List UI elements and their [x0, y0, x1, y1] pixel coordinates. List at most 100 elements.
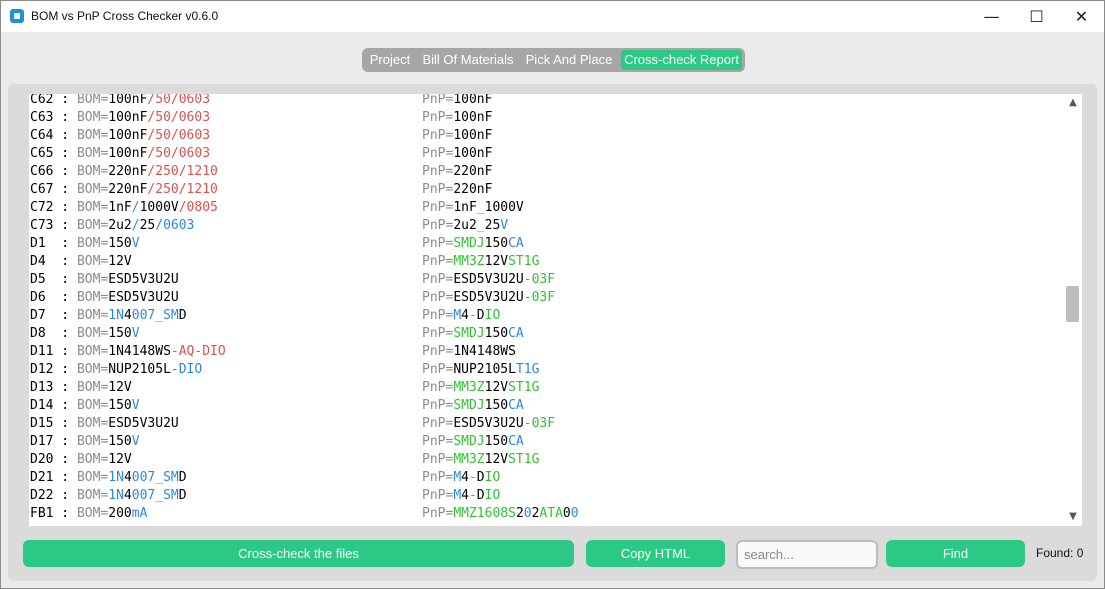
tab-cross-check-report[interactable]: Cross-check Report — [621, 50, 742, 70]
bom-entry: D6 : BOM=ESD5V3U2U — [30, 289, 179, 307]
scrollbar-thumb[interactable] — [1066, 286, 1079, 322]
bom-segment: V — [131, 434, 140, 449]
bom-segment: 007_SM — [131, 470, 179, 485]
designator: D14 : — [30, 398, 77, 413]
designator: FB1 : — [30, 506, 77, 521]
pnp-entry: PnP=MMZ1608S202ATA00 — [422, 505, 579, 523]
pnp-segment: 4 — [461, 308, 469, 323]
designator: D7 : — [30, 308, 77, 323]
pnp-segment: D — [476, 488, 485, 503]
tab-bill-of-materials[interactable]: Bill Of Materials — [418, 50, 518, 70]
pnp-segment: M — [453, 470, 462, 485]
copy-html-button[interactable]: Copy HTML — [586, 540, 725, 567]
tab-project[interactable]: Project — [365, 50, 415, 70]
pnp-segment: 2u2 — [453, 218, 477, 233]
pnp-segment: PnP= — [422, 380, 454, 395]
pnp-segment: PnP= — [422, 200, 454, 215]
tab-pick-and-place[interactable]: Pick And Place — [522, 50, 616, 70]
bom-segment: 150 — [108, 398, 132, 413]
designator: C67 : — [30, 182, 77, 197]
pnp-segment: 100nF — [453, 128, 493, 143]
pnp-entry: PnP=SMDJ150CA — [422, 325, 524, 343]
pnp-segment: 100nF — [453, 93, 493, 107]
bom-entry: D22 : BOM=1N4007_SMD — [30, 487, 187, 505]
bom-segment: BOM= — [76, 326, 109, 341]
search-field[interactable] — [736, 540, 878, 569]
bom-segment: 2u2 — [108, 218, 132, 233]
designator: D5 : — [30, 272, 77, 287]
pnp-entry: PnP=ESD5V3U2U-03F — [422, 289, 555, 307]
pnp-segment: 0 — [562, 506, 571, 521]
pnp-entry: PnP=100nF — [422, 145, 492, 163]
pnp-entry: PnP=M4-DIO — [422, 307, 500, 325]
scroll-up-icon[interactable]: ▲ — [1066, 96, 1080, 110]
pnp-segment: PnP= — [422, 164, 454, 179]
report-panel: C62 : BOM=100nF/50/0603 PnP=100nF C63 : BO… — [8, 84, 1097, 581]
bom-segment: 007_SM — [131, 488, 179, 503]
cross-check-button[interactable]: Cross-check the files — [23, 540, 574, 567]
bom-entry: C66 : BOM=220nF/250/1210 — [30, 163, 218, 181]
pnp-segment: CA — [508, 434, 524, 449]
pnp-segment: 0 — [523, 506, 532, 521]
bom-segment: BOM= — [76, 470, 109, 485]
bom-segment: BOM= — [76, 218, 109, 233]
maximize-button[interactable]: ☐ — [1014, 1, 1059, 32]
bom-segment: -DIO — [170, 362, 203, 377]
bom-entry: C72 : BOM=1nF/1000V/0805 — [30, 199, 218, 217]
search-input[interactable] — [744, 542, 870, 567]
bom-segment: BOM= — [76, 488, 109, 503]
bom-segment: BOM= — [76, 506, 109, 521]
designator: C73 : — [30, 218, 77, 233]
pnp-entry: PnP=220nF — [422, 181, 492, 199]
pnp-segment: PnP= — [422, 254, 454, 269]
pnp-segment: ST1G — [508, 452, 540, 467]
bom-segment: /0805 — [178, 200, 218, 215]
scroll-down-icon[interactable]: ▼ — [1066, 510, 1080, 524]
designator: D20 : — [30, 452, 77, 467]
bom-segment: 25 — [139, 218, 156, 233]
designator: D4 : — [30, 254, 77, 269]
pnp-segment: 1nF — [453, 200, 477, 215]
pnp-segment: V — [500, 218, 509, 233]
bom-entry: D21 : BOM=1N4007_SMD — [30, 469, 187, 487]
pnp-entry: PnP=SMDJ150CA — [422, 433, 524, 451]
found-count: Found: 0 — [1036, 546, 1084, 560]
pnp-segment: 100nF — [453, 146, 493, 161]
find-button[interactable]: Find — [886, 540, 1025, 567]
pnp-segment: ESD5V3U2U — [453, 290, 524, 305]
pnp-entry: PnP=SMDJ150CA — [422, 235, 524, 253]
bom-segment: 200 — [108, 506, 132, 521]
bom-segment: BOM= — [76, 362, 109, 377]
pnp-entry: PnP=NUP2105LT1G — [422, 361, 539, 379]
report-textbox[interactable]: C62 : BOM=100nF/50/0603 PnP=100nF C63 : BO… — [28, 93, 1083, 527]
pnp-entry: PnP=MM3Z12VST1G — [422, 253, 539, 271]
pnp-segment: PnP= — [422, 470, 454, 485]
bom-entry: D5 : BOM=ESD5V3U2U — [30, 271, 179, 289]
designator: D8 : — [30, 326, 77, 341]
bom-segment: 4 — [123, 308, 132, 323]
bom-segment: /50/0603 — [147, 146, 211, 161]
pnp-entry: PnP=ESD5V3U2U-03F — [422, 415, 555, 433]
bom-segment: 1N4148WS — [108, 344, 171, 359]
bom-entry: D11 : BOM=1N4148WS-AQ-DIO — [30, 343, 226, 361]
close-button[interactable]: ✕ — [1059, 1, 1104, 32]
pnp-segment: D — [476, 470, 485, 485]
pnp-entry: PnP=2u2_25V — [422, 217, 508, 235]
pnp-segment: _ — [476, 200, 485, 215]
bom-entry: D15 : BOM=ESD5V3U2U — [30, 415, 179, 433]
bom-segment: BOM= — [76, 128, 109, 143]
pnp-segment: M — [453, 488, 462, 503]
bom-segment: BOM= — [76, 290, 109, 305]
pnp-entry: PnP=SMDJ150CA — [422, 397, 524, 415]
pnp-segment: M — [453, 308, 462, 323]
minimize-button[interactable]: — — [969, 1, 1014, 32]
bom-entry: D8 : BOM=150V — [30, 325, 140, 343]
pnp-segment: PnP= — [422, 272, 454, 287]
pnp-segment: 150 — [484, 398, 509, 413]
bom-segment: 100nF — [108, 128, 148, 143]
pnp-entry: PnP=1nF_1000V — [422, 199, 524, 217]
bom-segment: 007_SM — [131, 308, 179, 323]
bom-segment: /50/0603 — [147, 128, 211, 143]
pnp-segment: MMZ1608S — [453, 506, 516, 521]
pnp-segment: -03F — [523, 416, 556, 431]
